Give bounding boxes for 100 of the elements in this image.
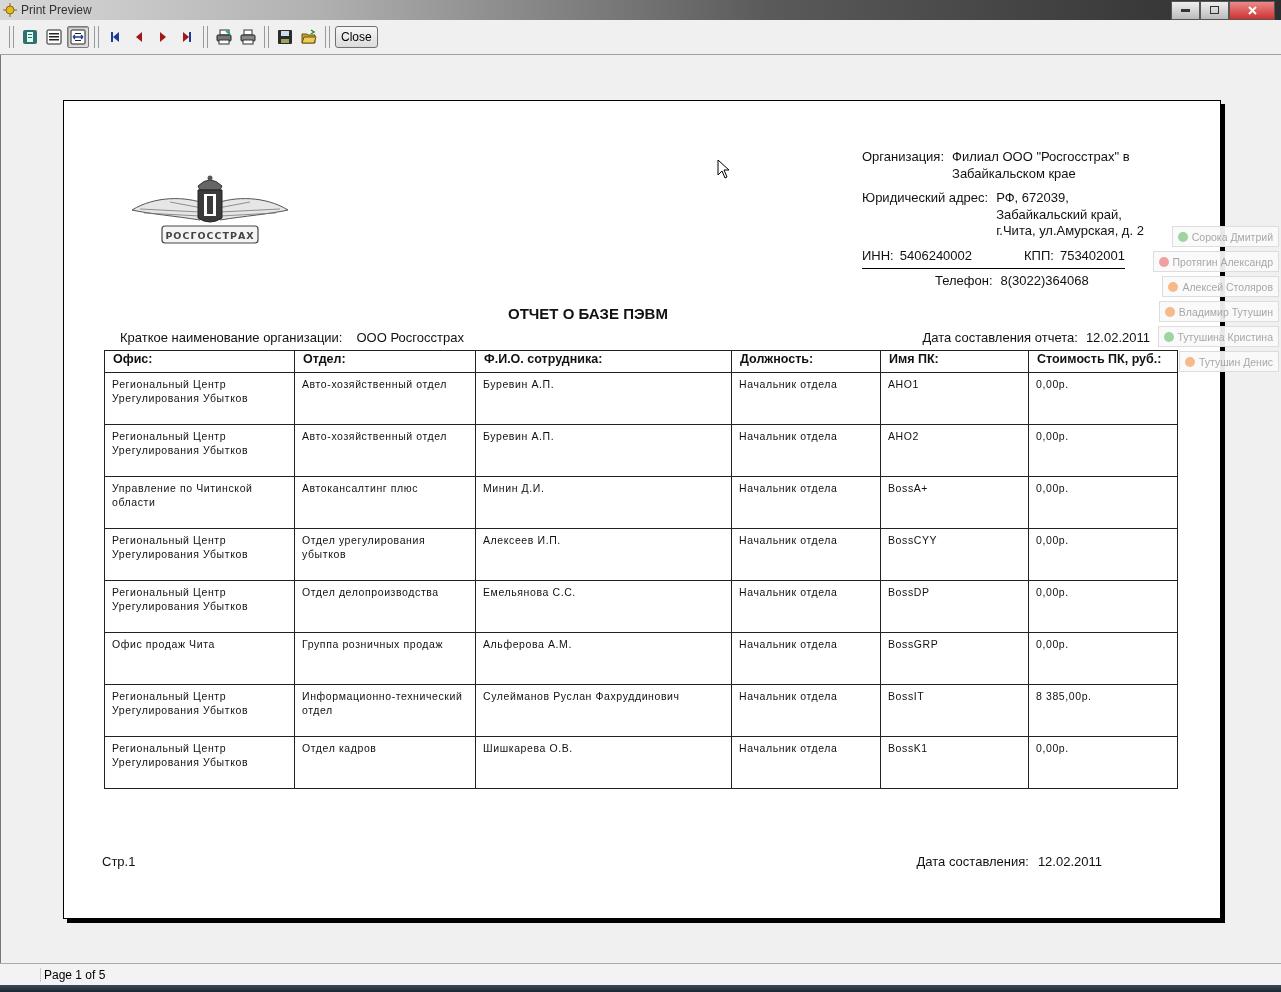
contact-name: Владимир Тутушин [1178,305,1273,318]
table-cell: 0,00р. [1028,736,1178,789]
table-cell: Группа розничных продаж [294,632,476,685]
field-label: Дата составления: [916,854,1029,869]
organization-name: Филиал ООО "Росгосстрах" в Забайкальском крае [952,149,1130,182]
table-cell: Альферова А.М. [475,632,732,685]
printer-setup-button[interactable] [213,26,235,48]
minimize-button[interactable] [1171,0,1200,20]
printer-button[interactable] [237,26,259,48]
window-title: Print Preview [21,3,92,17]
lines-icon [46,29,62,45]
maximize-icon [1210,6,1219,14]
code-value: 5406240002 [899,247,973,264]
table-cell: Автокансалтинг плюс [294,476,476,529]
table-cell: Буревин А.П. [475,424,732,477]
table-cell: Отдел кадров [294,736,476,789]
table-cell: BossIT [880,684,1029,737]
organization-short-name: ООО Росгосстрах [356,329,464,347]
field-label: Телефон: [935,272,993,288]
table-cell: 0,00р. [1028,476,1178,529]
date-value: 12.02.2011 [1085,329,1150,347]
table-cell: Региональный Центр Урегулирования Убытков [104,684,295,737]
fit-width-icon [70,29,86,45]
field-label: Организация: [862,149,945,166]
table-cell: BossA+ [880,476,1029,529]
table-cell: Управление по Читинской области [104,476,295,529]
page-number: Стр.1 [102,854,136,869]
table-cell: Информационно-технический отдел [294,684,476,737]
address-text: РФ, 672039, Забайкальский край, г.Чита, ул.Амурская, д. 2 [996,190,1144,240]
date-value: 12.02.2011 [1037,854,1102,869]
lines-button[interactable] [43,26,65,48]
table-cell: BossDP [880,580,1029,633]
contact-name: Протягин Александр [1172,255,1273,268]
code-value: 753402001 [1059,247,1125,264]
column-header: Отдел: [294,350,476,373]
table-cell: Региональный Центр Урегулирования Убытков [104,372,295,425]
column-header: Имя ПК: [880,350,1029,373]
table-cell: Начальник отдела [731,632,881,685]
close-icon [1247,5,1257,15]
field-label: Юридический адрес: [862,190,989,207]
table-cell: Начальник отдела [731,424,881,477]
fit-width-button[interactable] [67,26,89,48]
contact-popup[interactable]: Протягин Александр [1152,251,1279,272]
table-cell: BossK1 [880,736,1029,789]
save-icon [277,29,293,45]
table-cell: Начальник отдела [731,476,881,529]
table-cell: Начальник отдела [731,372,881,425]
table-cell: Отдел делопроизводства [294,580,476,633]
contact-popup[interactable]: Алексей Столяров [1162,276,1279,297]
maximize-button[interactable] [1200,0,1229,20]
table-cell: Региональный Центр Урегулирования Убытков [104,528,295,581]
table-cell: 0,00р. [1028,424,1178,477]
contact-popup[interactable]: Тутушина Кристина [1157,326,1279,347]
printer-icon [240,29,256,45]
column-header: Ф.И.О. сотрудника: [475,350,732,373]
contact-popup[interactable]: Тутушин Денис [1178,351,1279,372]
table-cell: Офис продаж Чита [104,632,295,685]
field-label: Дата составления отчета: [922,329,1078,347]
table-cell: Алексеев И.П. [475,528,732,581]
page-indicator: Page 1 of 5 [40,967,106,982]
column-header: Должность: [731,350,881,373]
contact-popup[interactable]: Владимир Тутушин [1158,301,1279,322]
minimize-icon [1181,8,1190,12]
close-window-button[interactable] [1229,0,1275,20]
table-cell: АНО1 [880,372,1029,425]
phone-number: 8(3022)364068 [1000,272,1089,288]
table-cell: 0,00р. [1028,632,1178,685]
table-cell: BossCYY [880,528,1029,581]
contact-name: Тутушина Кристина [1177,330,1273,343]
table-cell: Авто-хозяйственный отдел [294,372,476,425]
logo-banner: РОСГОССТРАХ [161,225,259,244]
table-cell: BossGRP [880,632,1029,685]
folder-icon [301,29,317,45]
column-header: Стоимость ПК, руб.: [1028,350,1178,373]
table-cell: 0,00р. [1028,580,1178,633]
table-cell: Буревин А.П. [475,372,732,425]
table-cell: Минин Д.И. [475,476,732,529]
contact-popup[interactable]: Сорока Дмитрий [1171,226,1279,247]
table-cell: Региональный Центр Урегулирования Убытков [104,580,295,633]
single-page-icon [22,29,38,45]
table-cell: Начальник отдела [731,736,881,789]
app-icon [3,3,17,17]
table-cell: Сулейманов Руслан Фахруддинович [475,684,732,737]
table-cell: Начальник отдела [731,580,881,633]
table-cell: Региональный Центр Урегулирования Убытков [104,424,295,477]
contact-name: Тутушин Денис [1198,355,1273,368]
cursor-icon [717,159,730,179]
report-title: ОТЧЕТ О БАЗЕ ПЭВМ [508,304,668,324]
table-cell: Отдел урегулирования убытков [294,528,476,581]
printer-setup-icon [216,29,232,45]
table-cell: АНО2 [880,424,1029,477]
table-cell: Шишкарева О.В. [475,736,732,789]
table-cell: 8 385,00р. [1028,684,1178,737]
table-cell: Емельянова С.С. [475,580,732,633]
table-cell: 0,00р. [1028,528,1178,581]
winged-emblem-icon [131,175,289,223]
field-label: ИНН: [862,247,894,264]
table-cell: 0,00р. [1028,372,1178,425]
close-button[interactable]: Close [335,26,378,48]
table-cell: Авто-хозяйственный отдел [294,424,476,477]
